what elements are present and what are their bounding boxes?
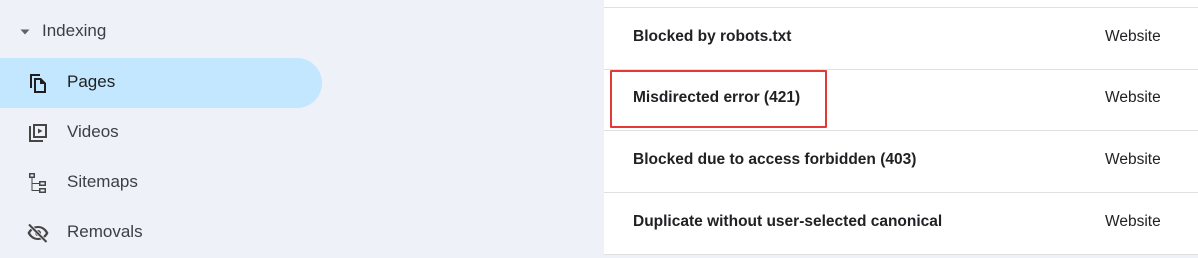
video-icon [29,124,47,142]
sidebar-item-label: Sitemaps [67,172,138,191]
sitemap-icon [29,173,46,193]
sidebar-item-videos[interactable]: Videos [0,108,322,158]
sidebar-item-label: Pages [67,72,116,91]
table-row[interactable]: Misdirected error (421) Website [604,69,1198,131]
row-source: Website [1105,213,1161,230]
row-source: Website [1105,89,1161,106]
sidebar-item-pages[interactable]: Pages [0,58,322,108]
row-reason: Blocked due to access forbidden (403) [633,151,917,168]
row-reason: Duplicate without user-selected canonica… [633,213,943,230]
section-title: Indexing [42,21,107,40]
sidebar-item-sitemaps[interactable]: Sitemaps [0,158,322,208]
row-source: Website [1105,151,1161,168]
sidebar-item-removals[interactable]: Removals [0,208,322,258]
table-row[interactable]: Blocked due to access forbidden (403) We… [604,131,1198,193]
caret-down-icon [20,29,30,35]
row-reason: Misdirected error (421) [633,89,801,106]
issues-table: Blocked by robots.txt Website Misdirecte… [604,0,1198,255]
sidebar-item-label: Removals [67,222,143,241]
sidebar: Indexing Pages Videos Sitemaps Removals [0,0,604,255]
eye-off-icon [27,223,49,244]
pages-icon [30,74,46,93]
table-row[interactable]: Blocked by robots.txt Website [604,7,1198,70]
row-reason: Blocked by robots.txt [633,28,792,45]
sidebar-item-label: Videos [67,122,119,141]
indexing-section-toggle[interactable]: Indexing [0,12,200,52]
table-row[interactable]: Duplicate without user-selected canonica… [604,193,1198,255]
row-source: Website [1105,28,1161,45]
